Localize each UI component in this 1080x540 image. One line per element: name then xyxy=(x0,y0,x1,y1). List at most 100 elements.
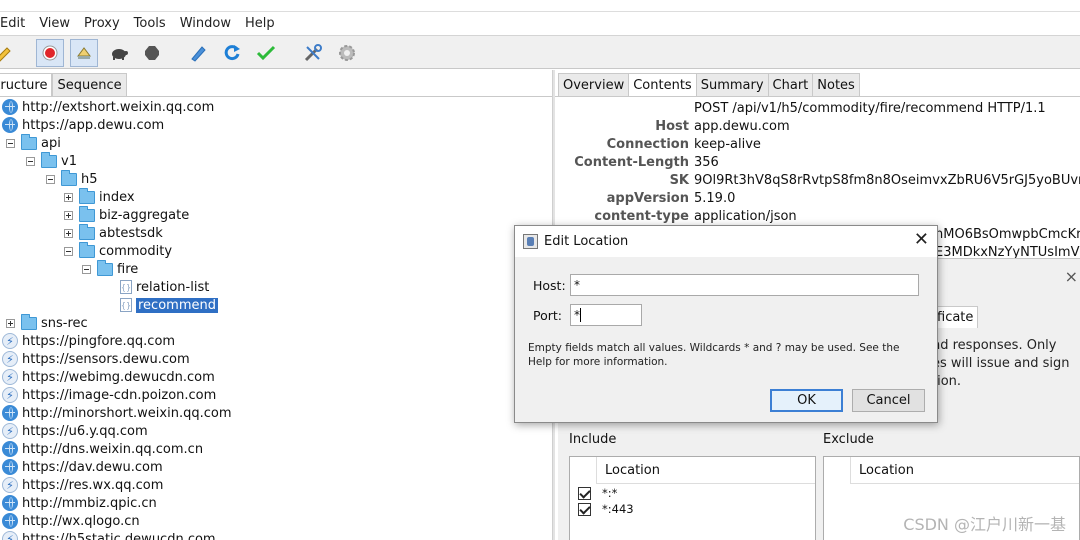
clear-icon[interactable] xyxy=(70,39,98,67)
tools-icon[interactable] xyxy=(299,39,327,67)
include-location-header[interactable]: Location xyxy=(596,457,815,484)
tree-host-item[interactable]: ⚡ https://res.wx.qq.com xyxy=(2,476,163,494)
tree-item-label: http://mmbiz.qpic.cn xyxy=(22,495,157,511)
port-label: Port: xyxy=(533,308,562,323)
tree-folder-item[interactable]: abtestsdk xyxy=(64,223,163,242)
throttle-turtle-icon[interactable] xyxy=(105,39,133,67)
expand-icon[interactable] xyxy=(64,228,73,238)
cancel-button[interactable]: Cancel xyxy=(852,389,925,412)
expand-icon[interactable] xyxy=(64,210,73,220)
collapse-icon[interactable] xyxy=(26,156,35,166)
header-key: appVersion xyxy=(606,191,689,206)
folder-icon xyxy=(61,169,77,186)
settings-gear-icon[interactable] xyxy=(333,39,361,67)
globe-icon xyxy=(2,117,18,133)
tree-host-item[interactable]: ⚡ https://webimg.dewucdn.com xyxy=(2,368,215,386)
collapse-icon[interactable] xyxy=(82,264,91,274)
header-row[interactable]: Content-Length 356 xyxy=(555,155,1080,173)
pen-icon[interactable] xyxy=(0,39,18,67)
validate-check-icon[interactable] xyxy=(252,39,280,67)
tree-host-item[interactable]: https://app.dewu.com xyxy=(2,116,164,134)
tree-folder-item[interactable]: fire xyxy=(82,259,138,278)
secure-host-icon: ⚡ xyxy=(2,423,18,439)
tree-folder-item[interactable]: h5 xyxy=(46,169,98,188)
tree-host-item[interactable]: http://mmbiz.qpic.cn xyxy=(2,494,157,512)
expand-icon[interactable] xyxy=(6,318,15,328)
tree-host-item[interactable]: http://wx.qlogo.cn xyxy=(2,512,140,530)
tree-folder-item[interactable]: index xyxy=(64,187,135,206)
tab-chart[interactable]: Chart xyxy=(767,73,814,96)
tree-folder-item[interactable]: sns-rec xyxy=(6,313,88,332)
include-row[interactable]: *:* xyxy=(570,485,815,501)
breakpoint-hexagon-icon[interactable] xyxy=(138,39,166,67)
request-file-icon: {} xyxy=(120,280,132,294)
tab-sequence[interactable]: Sequence xyxy=(52,73,127,96)
repeat-icon[interactable] xyxy=(218,39,246,67)
tree-host-item[interactable]: http://minorshort.weixin.qq.com xyxy=(2,404,232,422)
tree-host-item[interactable]: ⚡ https://pingfore.qq.com xyxy=(2,332,175,350)
folder-icon xyxy=(79,205,95,222)
port-input[interactable]: * xyxy=(570,304,642,326)
expand-icon[interactable] xyxy=(64,192,73,202)
header-value: keep-alive xyxy=(694,137,761,152)
menu-tools[interactable]: Tools xyxy=(127,16,173,31)
host-input[interactable]: * xyxy=(570,274,919,296)
tree-host-item[interactable]: ⚡ https://image-cdn.poizon.com xyxy=(2,386,216,404)
header-key: Host xyxy=(655,119,689,134)
tab-notes[interactable]: Notes xyxy=(812,73,860,96)
include-row-checkbox[interactable] xyxy=(578,502,591,516)
menu-help[interactable]: Help xyxy=(238,16,282,31)
structure-tree[interactable]: http://extshort.weixin.qq.com https://app… xyxy=(0,96,552,540)
include-title: Include xyxy=(569,432,617,447)
header-row[interactable]: Connection keep-alive xyxy=(555,137,1080,155)
record-icon[interactable] xyxy=(36,39,64,67)
header-row[interactable]: appVersion 5.19.0 xyxy=(555,191,1080,209)
tree-folder-item[interactable]: api xyxy=(6,133,61,152)
tree-request-item[interactable]: {} recommend xyxy=(118,296,218,314)
tab-structure[interactable]: Structure xyxy=(0,73,53,96)
compose-pen-icon[interactable] xyxy=(184,39,212,67)
tab-certificate[interactable]: ficate xyxy=(932,306,979,328)
tab-overview[interactable]: Overview xyxy=(558,73,630,96)
tree-item-label: abtestsdk xyxy=(99,225,163,241)
menu-proxy[interactable]: Proxy xyxy=(77,16,127,31)
menu-view[interactable]: View xyxy=(32,16,77,31)
tab-overview-label: Overview xyxy=(563,77,625,93)
tree-host-item[interactable]: http://dns.weixin.qq.com.cn xyxy=(2,440,203,458)
include-row[interactable]: *:443 xyxy=(570,501,815,517)
tree-host-item[interactable]: https://dav.dewu.com xyxy=(2,458,163,476)
structure-pane: Structure Sequence http://extshort.weixi… xyxy=(0,70,552,540)
ssl-description-line-2: es will issue and sign xyxy=(932,356,1070,371)
tree-host-item[interactable]: ⚡ https://h5static.dewucdn.com xyxy=(2,530,216,540)
tree-request-item[interactable]: {} relation-list xyxy=(118,278,209,296)
menu-bar: Edit View Proxy Tools Window Help xyxy=(0,11,1080,35)
exclude-location-header-label: Location xyxy=(859,462,914,478)
tree-host-item[interactable]: ⚡ https://u6.y.qq.com xyxy=(2,422,148,440)
exclude-location-header[interactable]: Location xyxy=(850,457,1079,484)
tree-folder-item[interactable]: commodity xyxy=(64,241,172,260)
header-row[interactable]: Host app.dewu.com xyxy=(555,119,1080,137)
tree-host-item[interactable]: http://extshort.weixin.qq.com xyxy=(2,98,214,116)
folder-icon xyxy=(79,241,95,258)
tree-item-label: http://minorshort.weixin.qq.com xyxy=(22,405,232,421)
menu-edit[interactable]: Edit xyxy=(0,16,32,31)
include-row-checkbox[interactable] xyxy=(578,486,591,500)
folder-icon xyxy=(79,187,95,204)
include-list[interactable]: Location *:* *:443 xyxy=(569,456,816,540)
collapse-icon[interactable] xyxy=(6,138,15,148)
tree-host-item[interactable]: ⚡ https://sensors.dewu.com xyxy=(2,350,190,368)
exclude-title: Exclude xyxy=(823,432,874,447)
tab-contents[interactable]: Contents xyxy=(628,73,697,96)
dialog-titlebar[interactable]: Edit Location ✕ xyxy=(515,226,937,257)
close-icon[interactable]: ✕ xyxy=(914,231,929,249)
collapse-icon[interactable] xyxy=(46,174,55,184)
ok-button[interactable]: OK xyxy=(770,389,843,412)
menu-window[interactable]: Window xyxy=(173,16,238,31)
tree-folder-item[interactable]: v1 xyxy=(26,151,77,170)
header-row[interactable]: SK 9Ol9Rt3hV8qS8rRvtpS8fm8n8OseimvxZbRU6V… xyxy=(555,173,1080,191)
secure-host-icon: ⚡ xyxy=(2,369,18,385)
close-icon[interactable]: × xyxy=(1065,267,1078,286)
tab-summary[interactable]: Summary xyxy=(695,73,769,96)
collapse-icon[interactable] xyxy=(64,246,73,256)
tree-folder-item[interactable]: biz-aggregate xyxy=(64,205,189,224)
